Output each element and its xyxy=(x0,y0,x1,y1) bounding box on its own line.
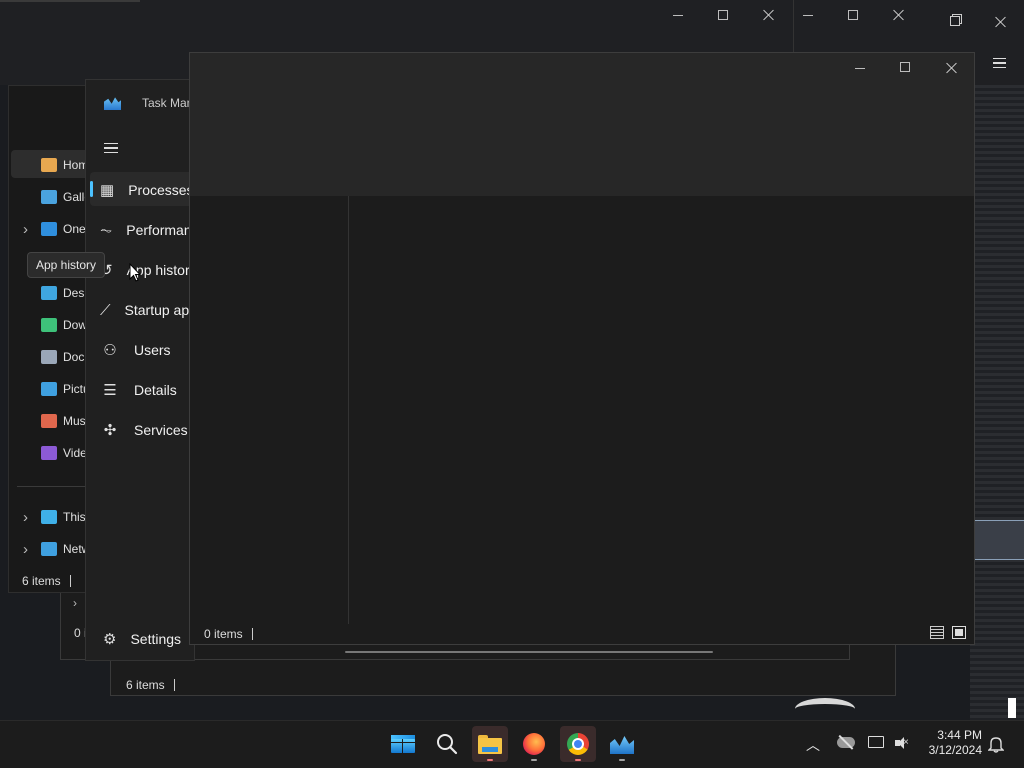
wallpaper-band xyxy=(970,520,1024,560)
status-caret xyxy=(174,679,175,691)
status-caret xyxy=(252,628,253,640)
nav-item-label: Startup apps xyxy=(124,302,190,318)
nav-item-label: Details xyxy=(134,382,177,398)
start-button[interactable] xyxy=(384,726,420,762)
wallpaper-logo xyxy=(795,698,855,720)
this-pc-icon xyxy=(41,510,57,524)
running-indicator xyxy=(619,759,625,761)
performance-icon: ⏦ xyxy=(100,221,113,239)
home-icon xyxy=(41,158,57,172)
network-icon[interactable] xyxy=(868,736,884,748)
notification-bell-icon[interactable] xyxy=(988,736,1004,753)
large-icons-view-icon[interactable] xyxy=(952,626,966,639)
taskbar-task-manager[interactable] xyxy=(604,726,640,762)
chevron-right-icon[interactable]: › xyxy=(23,509,28,526)
network-icon xyxy=(41,542,57,556)
pane-divider xyxy=(348,196,349,624)
maximize-icon[interactable] xyxy=(900,62,910,72)
front-window-header xyxy=(190,53,974,196)
folder-icon xyxy=(478,734,502,754)
close-icon[interactable] xyxy=(946,62,958,74)
minimize-icon[interactable] xyxy=(803,15,813,16)
users-icon: ⚇ xyxy=(103,342,117,359)
chevron-right-icon[interactable]: › xyxy=(23,541,28,558)
onedrive-icon xyxy=(41,222,57,236)
nav-item-label: Processes xyxy=(128,182,190,198)
mouse-cursor-icon xyxy=(129,263,141,282)
tooltip-text: App history xyxy=(36,258,97,272)
nav-item-startup-apps[interactable]: ⟋ Startup apps xyxy=(86,292,190,328)
running-indicator xyxy=(487,759,493,761)
taskbar-firefox[interactable] xyxy=(516,726,552,762)
status-caret xyxy=(70,575,71,587)
maximize-icon[interactable] xyxy=(848,10,858,20)
taskbar-chrome[interactable] xyxy=(560,726,596,762)
hamburger-menu-icon[interactable] xyxy=(104,143,118,153)
tooltip: App history xyxy=(27,252,106,278)
horizontal-scrollbar[interactable] xyxy=(345,651,713,653)
wallpaper xyxy=(970,85,1024,720)
running-indicator xyxy=(575,759,581,761)
chevron-right-icon[interactable]: › xyxy=(73,596,77,610)
restore-icon[interactable] xyxy=(950,16,960,26)
search-button[interactable] xyxy=(429,726,465,762)
nav-item-label: Services xyxy=(134,422,188,438)
task-manager-app-icon xyxy=(104,97,121,110)
settings-nav-item[interactable]: ⚙ Settings xyxy=(86,623,196,655)
status-bar-text: 6 items xyxy=(22,574,61,588)
nav-item-performance[interactable]: ⏦ Performance xyxy=(86,212,190,248)
minimize-icon[interactable] xyxy=(855,68,865,69)
menu-icon[interactable] xyxy=(993,58,1006,68)
firefox-icon xyxy=(523,733,545,755)
details-view-icon[interactable] xyxy=(930,626,944,639)
desktop-icon xyxy=(41,286,57,300)
onedrive-offline-icon[interactable] xyxy=(837,735,855,750)
gallery-icon xyxy=(41,190,57,204)
search-icon xyxy=(437,734,458,755)
task-manager-window[interactable]: Task Manager ▦Processes⏦Performance↺App … xyxy=(85,79,217,661)
windows-logo-icon xyxy=(391,735,415,753)
close-icon[interactable] xyxy=(763,9,775,21)
chevron-right-icon[interactable]: › xyxy=(23,221,28,238)
close-icon[interactable] xyxy=(995,16,1007,28)
nav-item-processes[interactable]: ▦ Processes xyxy=(86,172,190,208)
nav-item-services[interactable]: ✣ Services xyxy=(86,412,190,448)
startup-apps-icon: ⟋ xyxy=(100,301,111,319)
nav-item-label: Users xyxy=(134,342,171,358)
status-bar-text: 6 items xyxy=(126,678,165,692)
time: 3:44 PM xyxy=(937,728,982,742)
task-manager-icon xyxy=(610,736,634,754)
settings-icon: ⚙ xyxy=(103,631,117,648)
downloads-icon xyxy=(41,318,57,332)
front-window[interactable]: 0 items xyxy=(189,52,975,645)
details-icon: ☰ xyxy=(103,382,117,399)
videos-icon xyxy=(41,446,57,460)
close-icon[interactable] xyxy=(893,9,905,21)
music-icon xyxy=(41,414,57,428)
status-bar-text: 0 items xyxy=(204,627,243,641)
volume-muted-icon[interactable]: × xyxy=(895,737,909,750)
minimize-icon[interactable] xyxy=(673,15,683,16)
nav-item-details[interactable]: ☰ Details xyxy=(86,372,190,408)
services-icon: ✣ xyxy=(103,422,117,439)
settings-label: Settings xyxy=(130,631,182,647)
running-indicator xyxy=(531,759,537,761)
show-hidden-icons-chevron-icon[interactable]: ︿ xyxy=(806,735,820,755)
back-window-1-title xyxy=(0,0,140,2)
chrome-icon xyxy=(567,733,589,755)
wallpaper-bar xyxy=(1008,698,1016,718)
documents-icon xyxy=(41,350,57,364)
nav-item-label: Performance xyxy=(126,222,190,238)
clock[interactable]: 3:44 PM 3/12/2024 xyxy=(918,728,982,758)
pictures-icon xyxy=(41,382,57,396)
taskbar-file-explorer[interactable] xyxy=(472,726,508,762)
nav-item-users[interactable]: ⚇ Users xyxy=(86,332,190,368)
processes-icon: ▦ xyxy=(100,182,115,199)
maximize-icon[interactable] xyxy=(718,10,728,20)
date: 3/12/2024 xyxy=(928,743,982,757)
